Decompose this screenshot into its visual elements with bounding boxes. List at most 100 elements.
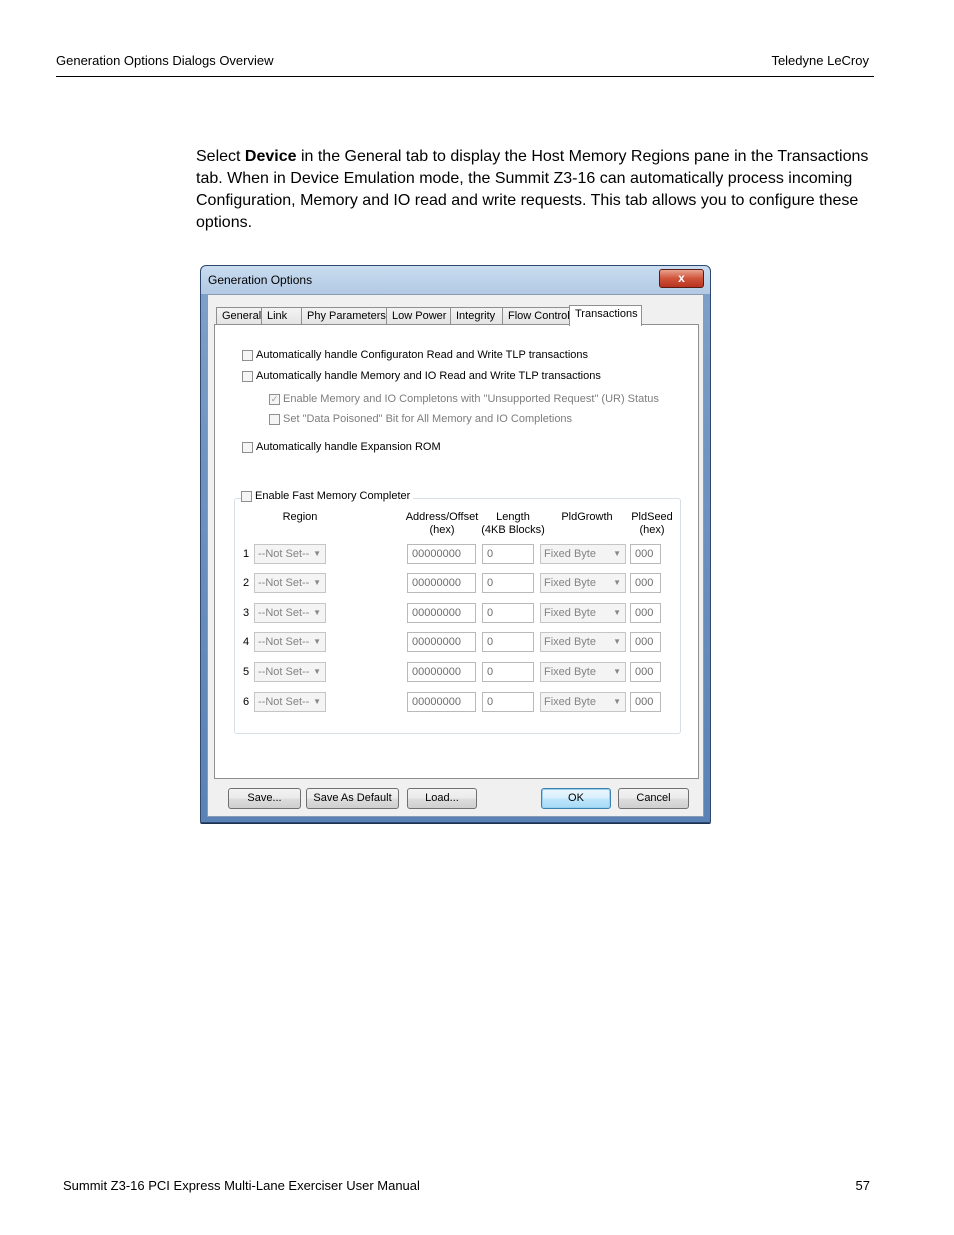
config-tlp-checkbox[interactable] <box>242 349 253 361</box>
pldgrowth-select[interactable]: Fixed Byte ▼ <box>540 662 626 682</box>
address-header-line2: (hex) <box>429 524 455 536</box>
dropdown-arrow-icon: ▼ <box>613 697 621 706</box>
dropdown-arrow-icon: ▼ <box>613 549 621 558</box>
region-select[interactable]: --Not Set-- ▼ <box>254 692 326 712</box>
transactions-panel: Automatically handle Configuraton Read a… <box>214 324 699 779</box>
address-column-header: Address/Offset (hex) <box>401 511 483 537</box>
pldgrowth-column-header: PldGrowth <box>555 511 619 524</box>
dropdown-arrow-icon: ▼ <box>313 549 321 558</box>
region-select-value: --Not Set-- <box>258 548 310 560</box>
memio-tlp-label: Automatically handle Memory and IO Read … <box>256 370 601 382</box>
dropdown-arrow-icon: ▼ <box>313 697 321 706</box>
pldseed-input[interactable]: 000 <box>630 692 661 712</box>
load-button[interactable]: Load... <box>407 788 477 809</box>
pldgrowth-select[interactable]: Fixed Byte ▼ <box>540 603 626 623</box>
config-tlp-option[interactable]: Automatically handle Configuraton Read a… <box>242 349 588 361</box>
fast-memory-label: Enable Fast Memory Completer <box>255 490 411 502</box>
pldseed-input[interactable]: 000 <box>630 544 661 564</box>
length-input[interactable]: 0 <box>482 632 534 652</box>
pldseed-input[interactable]: 000 <box>630 632 661 652</box>
pldseed-input[interactable]: 000 <box>630 662 661 682</box>
address-header-line1: Address/Offset <box>405 511 479 523</box>
dropdown-arrow-icon: ▼ <box>613 608 621 617</box>
region-select[interactable]: --Not Set-- ▼ <box>254 603 326 623</box>
pldseed-input[interactable]: 000 <box>630 573 661 593</box>
expansion-rom-label: Automatically handle Expansion ROM <box>256 441 441 453</box>
region-row: 6 --Not Set-- ▼ 00000000 0 Fixed Byte ▼ 000 <box>243 692 683 713</box>
row-number: 4 <box>243 636 250 648</box>
length-column-header: Length (4KB Blocks) <box>481 511 545 537</box>
tab-phy-parameters[interactable]: Phy Parameters <box>301 307 387 325</box>
length-input[interactable]: 0 <box>482 692 534 712</box>
page-header-company: Teledyne LeCroy <box>771 53 869 68</box>
region-select[interactable]: --Not Set-- ▼ <box>254 573 326 593</box>
page-number: 57 <box>855 1178 870 1193</box>
expansion-rom-checkbox[interactable] <box>242 441 253 453</box>
length-input[interactable]: 0 <box>482 662 534 682</box>
region-header-text: Region <box>282 511 318 523</box>
address-input[interactable]: 00000000 <box>407 662 476 682</box>
memio-tlp-option[interactable]: Automatically handle Memory and IO Read … <box>242 370 601 382</box>
close-button[interactable]: x <box>659 269 704 288</box>
address-input[interactable]: 00000000 <box>407 692 476 712</box>
pldgrowth-select-value: Fixed Byte <box>544 607 596 619</box>
tab-low-power[interactable]: Low Power <box>386 307 451 325</box>
tab-transactions[interactable]: Transactions <box>569 305 642 326</box>
region-select[interactable]: --Not Set-- ▼ <box>254 544 326 564</box>
address-input[interactable]: 00000000 <box>407 573 476 593</box>
ur-status-checkbox-checked[interactable]: ✓ <box>269 393 280 405</box>
intro-paragraph: Select Device in the General tab to disp… <box>196 146 876 234</box>
data-poisoned-option[interactable]: Set "Data Poisoned" Bit for All Memory a… <box>269 413 572 425</box>
region-select[interactable]: --Not Set-- ▼ <box>254 632 326 652</box>
dropdown-arrow-icon: ▼ <box>313 667 321 676</box>
region-select-value: --Not Set-- <box>258 696 310 708</box>
pldgrowth-select-value: Fixed Byte <box>544 696 596 708</box>
dropdown-arrow-icon: ▼ <box>313 608 321 617</box>
ok-button[interactable]: OK <box>541 788 611 809</box>
dropdown-arrow-icon: ▼ <box>613 578 621 587</box>
row-number: 6 <box>243 696 250 708</box>
generation-options-dialog: Generation Options x General Link Phy Pa… <box>200 265 711 823</box>
region-select-value: --Not Set-- <box>258 577 310 589</box>
region-row: 2 --Not Set-- ▼ 00000000 0 Fixed Byte ▼ 000 <box>243 573 683 594</box>
tab-integrity[interactable]: Integrity <box>450 307 503 325</box>
pldgrowth-select[interactable]: Fixed Byte ▼ <box>540 632 626 652</box>
address-input[interactable]: 00000000 <box>407 632 476 652</box>
save-button[interactable]: Save... <box>228 788 301 809</box>
fast-memory-option[interactable]: Enable Fast Memory Completer <box>241 490 414 502</box>
header-rule <box>56 76 874 77</box>
pldgrowth-select-value: Fixed Byte <box>544 577 596 589</box>
fast-memory-checkbox[interactable] <box>241 490 252 502</box>
pldgrowth-select[interactable]: Fixed Byte ▼ <box>540 573 626 593</box>
expansion-rom-option[interactable]: Automatically handle Expansion ROM <box>242 441 441 453</box>
length-input[interactable]: 0 <box>482 603 534 623</box>
dropdown-arrow-icon: ▼ <box>613 667 621 676</box>
memio-tlp-checkbox[interactable] <box>242 370 253 382</box>
region-select-value: --Not Set-- <box>258 636 310 648</box>
address-input[interactable]: 00000000 <box>407 603 476 623</box>
region-column-header: Region <box>275 511 325 524</box>
length-input[interactable]: 0 <box>482 544 534 564</box>
row-number: 2 <box>243 577 250 589</box>
pldgrowth-select[interactable]: Fixed Byte ▼ <box>540 544 626 564</box>
dialog-title: Generation Options <box>208 273 313 287</box>
tab-link[interactable]: Link <box>261 307 302 325</box>
pldseed-column-header: PldSeed (hex) <box>627 511 677 537</box>
length-input[interactable]: 0 <box>482 573 534 593</box>
save-as-default-button[interactable]: Save As Default <box>306 788 399 809</box>
row-number: 5 <box>243 666 250 678</box>
cancel-button[interactable]: Cancel <box>618 788 689 809</box>
region-select[interactable]: --Not Set-- ▼ <box>254 662 326 682</box>
config-tlp-label: Automatically handle Configuraton Read a… <box>256 349 589 361</box>
ur-status-option[interactable]: ✓ Enable Memory and IO Completons with "… <box>269 393 659 405</box>
pldgrowth-select[interactable]: Fixed Byte ▼ <box>540 692 626 712</box>
address-input[interactable]: 00000000 <box>407 544 476 564</box>
pldseed-input[interactable]: 000 <box>630 603 661 623</box>
region-row: 1 --Not Set-- ▼ 00000000 0 Fixed Byte ▼ 000 <box>243 544 683 565</box>
dialog-client-area: General Link Phy Parameters Low Power In… <box>207 294 704 817</box>
dropdown-arrow-icon: ▼ <box>613 637 621 646</box>
region-row: 3 --Not Set-- ▼ 00000000 0 Fixed Byte ▼ 000 <box>243 603 683 624</box>
tab-general[interactable]: General <box>216 307 262 325</box>
data-poisoned-checkbox[interactable] <box>269 413 280 425</box>
tab-flow-control[interactable]: Flow Control <box>502 307 570 325</box>
